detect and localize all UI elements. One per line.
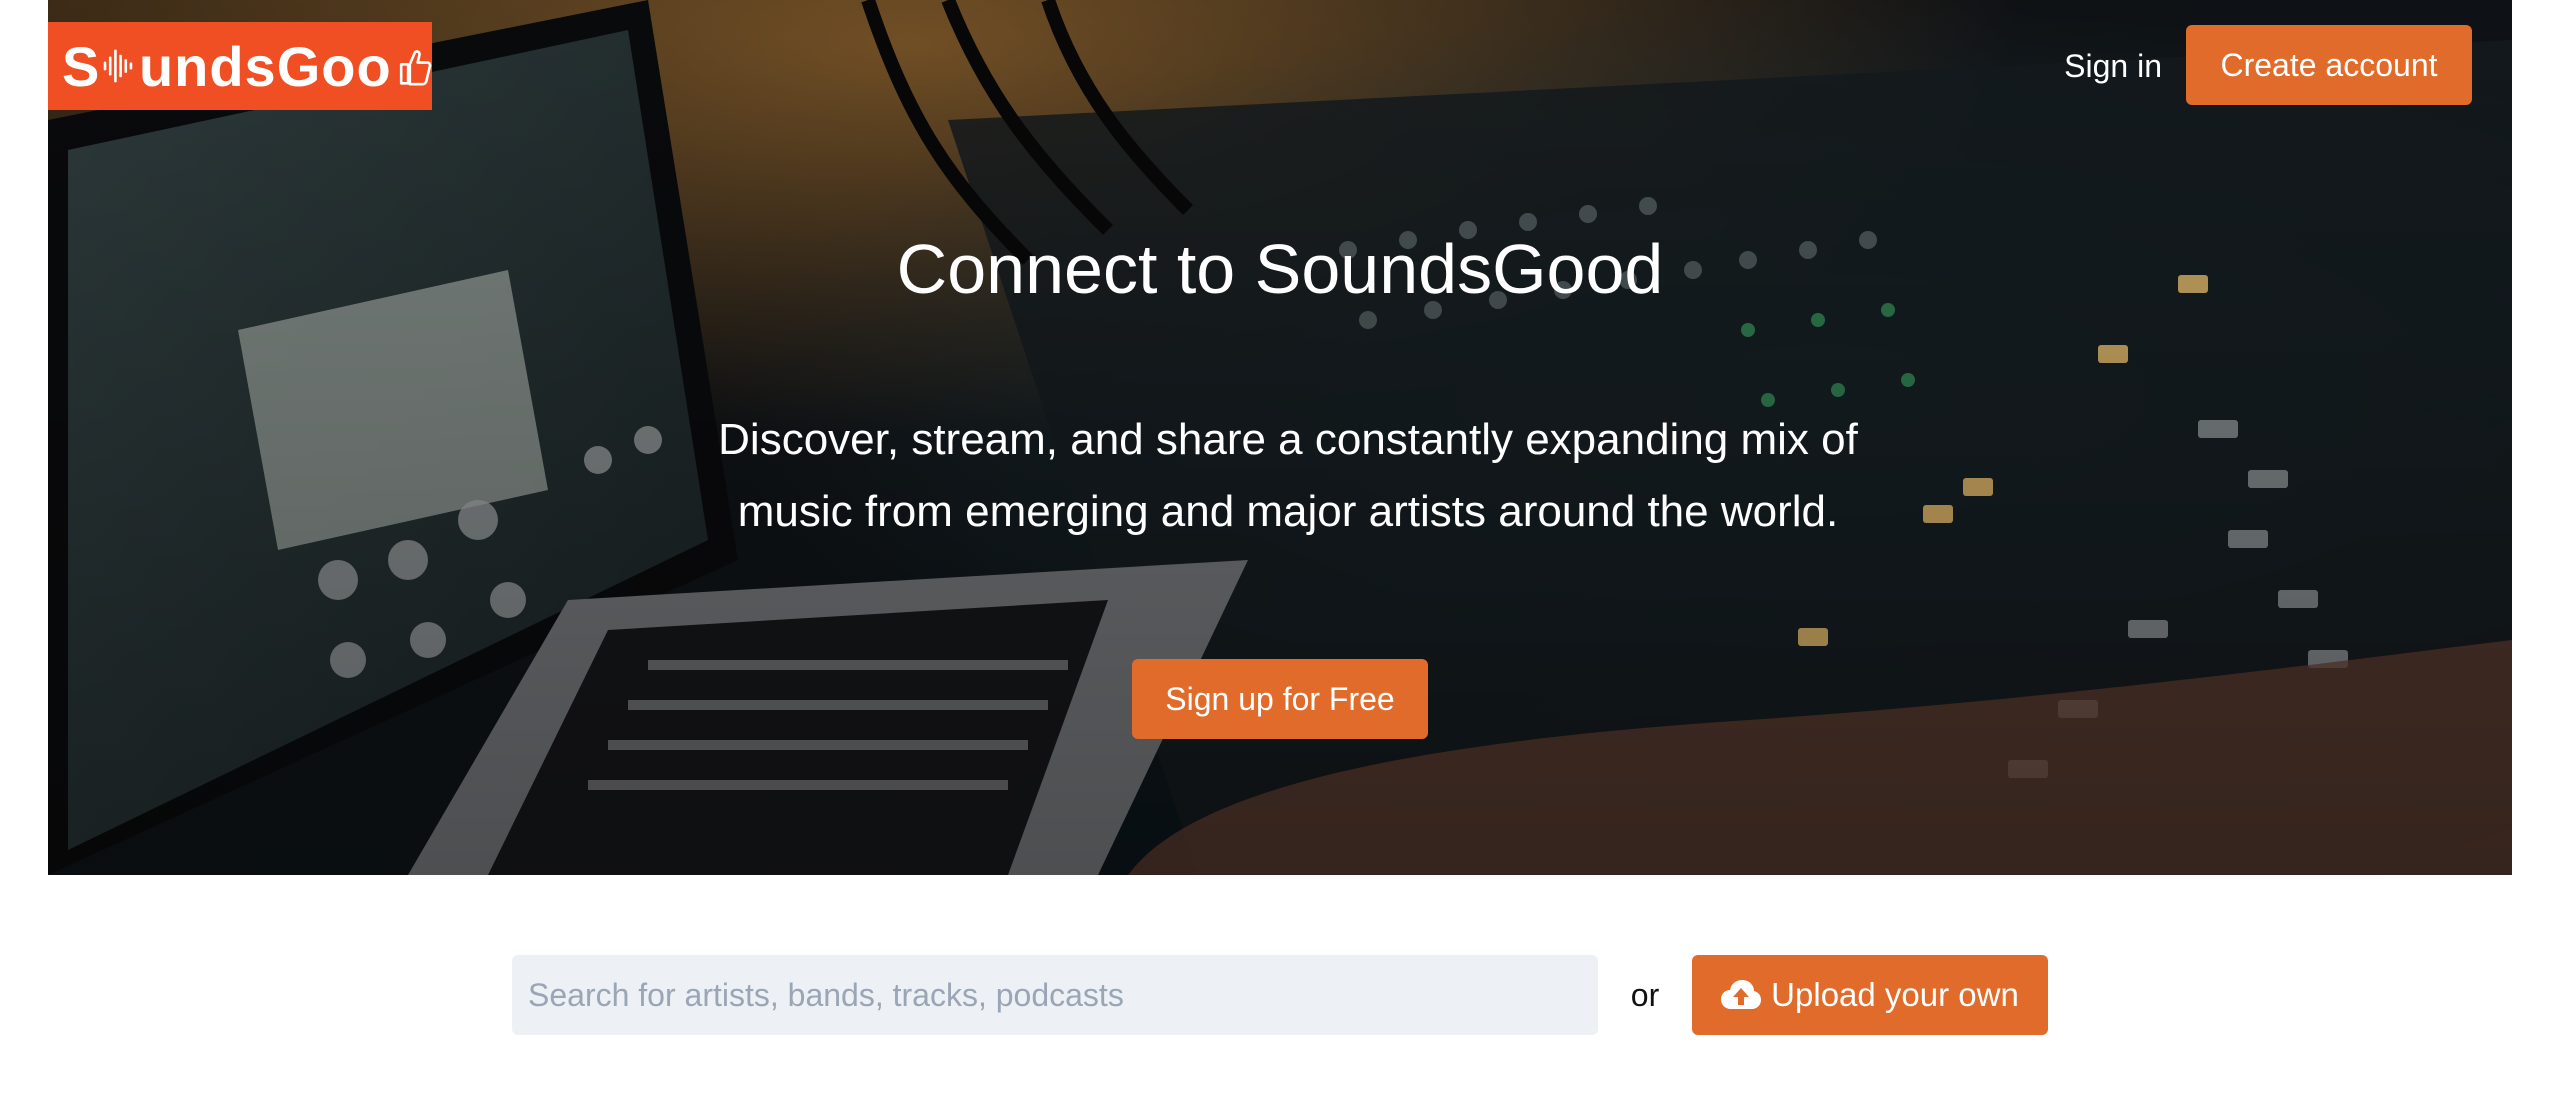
sign-up-button[interactable]: Sign up for Free [1132,659,1428,739]
thumbs-up-icon [399,50,432,86]
hero-headline: Connect to SoundsGood [896,230,1664,308]
cloud-upload-icon [1721,980,1762,1009]
hero-banner: S undsGoo Sign in Create account Connect… [48,0,2512,875]
or-separator: or [1630,976,1660,1013]
sign-in-link[interactable]: Sign in [2064,44,2162,88]
create-account-button[interactable]: Create account [2186,25,2472,105]
brand-logo[interactable]: S undsGoo [48,22,432,110]
soundwave-icon [104,49,133,83]
upload-button[interactable]: Upload your own [1692,955,2048,1035]
logo-text-end: undsGoo [138,34,392,98]
search-input[interactable] [512,955,1598,1035]
logo-text-start: S [62,34,101,98]
hero-tagline: Discover, stream, and share a constantly… [718,415,1858,536]
search-bar-row: or Upload your own [512,955,2048,1035]
upload-button-label: Upload your own [1771,976,2019,1013]
